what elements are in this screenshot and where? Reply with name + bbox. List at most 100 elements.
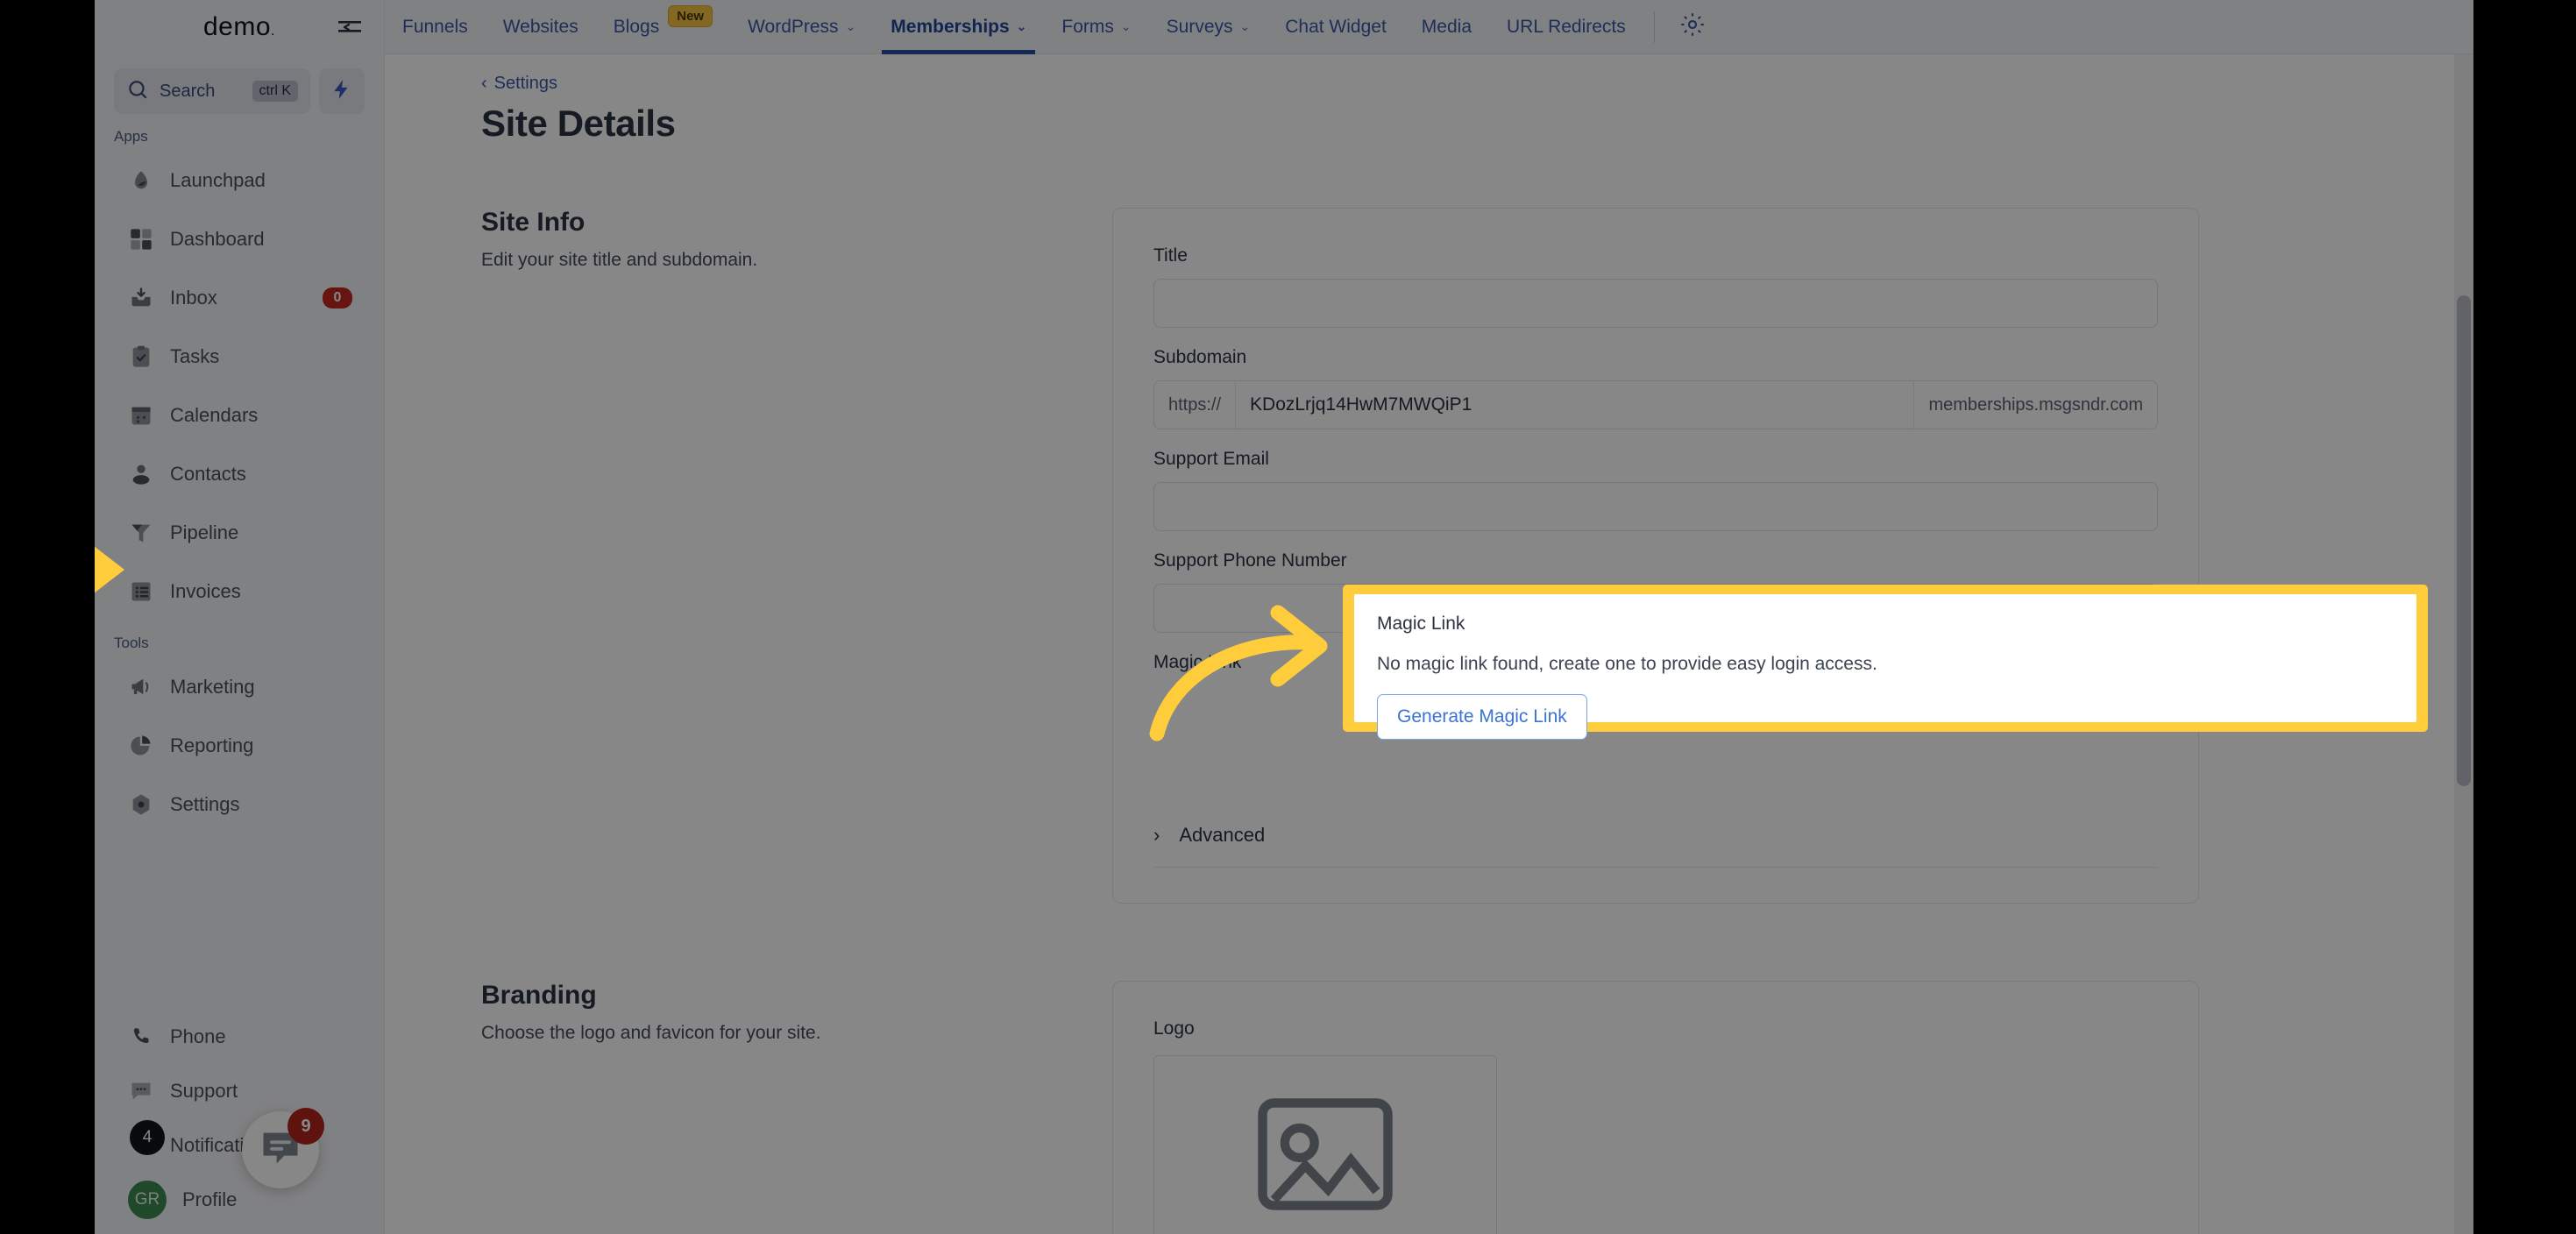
sidebar-group-label-apps: Apps [114,128,148,145]
sidebar-item-label: Profile [182,1188,238,1210]
breadcrumb[interactable]: ‹ Settings [385,54,557,94]
generate-magic-link-button[interactable]: Generate Magic Link [1377,694,1587,740]
notifications-count-badge: 4 [130,1120,165,1155]
tab-wordpress[interactable]: WordPress ⌄ [730,0,873,54]
tab-surveys[interactable]: Surveys ⌄ [1149,0,1268,54]
subdomain-field-group: Subdomain https:// memberships.msgsndr.c… [1153,347,2158,429]
gear-icon [1679,11,1706,42]
tab-label: Websites [502,16,578,37]
subdomain-input-group: https:// memberships.msgsndr.com [1153,380,2158,429]
logo-upload-dropzone[interactable] [1153,1055,1497,1234]
site-info-section: Site Info Edit your site title and subdo… [385,208,2454,904]
sidebar-item-inbox[interactable]: Inbox 0 [95,268,384,327]
sidebar-search-row: Search ctrl K [95,68,384,114]
advanced-accordion[interactable]: › Advanced [1153,803,2158,868]
branding-card: Logo [1112,981,2199,1234]
sidebar-item-pipeline[interactable]: Pipeline [95,503,384,562]
subdomain-protocol-prefix: https:// [1154,381,1237,429]
tab-label: Memberships [891,16,1010,37]
sidebar-bottom-section: Phone Support 4 Notifications GR Profile [95,1010,384,1234]
tab-label: Surveys [1166,16,1233,37]
sidebar-item-label: Settings [170,792,240,815]
image-placeholder-icon [1255,1097,1395,1216]
piechart-icon [128,733,154,759]
sidebar-item-label: Tasks [170,344,220,367]
tab-label: Blogs [613,16,660,37]
chevron-down-icon: ⌄ [1239,19,1251,33]
sidebar-item-label: Reporting [170,734,254,756]
tab-blogs[interactable]: Blogs New [596,0,730,54]
tab-websites[interactable]: Websites [486,0,596,54]
tab-memberships[interactable]: Memberships ⌄ [873,0,1044,54]
tasks-icon [128,344,154,370]
pipeline-icon [128,520,154,546]
tab-funnels[interactable]: Funnels [385,0,486,54]
megaphone-icon [128,674,154,700]
phone-icon [128,1024,154,1050]
menu-icon[interactable] [330,12,369,42]
chevron-down-icon: ⌄ [845,19,856,33]
search-icon [126,78,149,105]
sidebar-item-marketing[interactable]: Marketing [95,657,384,716]
sidebar-item-support[interactable]: Support [95,1064,384,1118]
sidebar-item-contacts[interactable]: Contacts [95,444,384,503]
sidebar-item-label: Invoices [170,579,241,602]
search-shortcut: ctrl K [252,81,298,102]
support-bubble-icon [128,1078,154,1104]
branding-section: Branding Choose the logo and favicon for… [385,981,2454,1234]
sidebar-item-notifications[interactable]: 4 Notifications [95,1118,384,1173]
scrollbar-thumb[interactable] [2457,295,2471,786]
title-input[interactable] [1153,279,2158,328]
support-email-input[interactable] [1153,482,2158,531]
tab-label: URL Redirects [1507,16,1626,37]
sidebar-item-label: Support [170,1080,238,1102]
breadcrumb-label: Settings [493,74,557,93]
branding-description: Branding Choose the logo and favicon for… [481,981,1112,1234]
calendar-icon [128,402,154,429]
sidebar-item-settings[interactable]: Settings [95,775,384,833]
sidebar-item-profile[interactable]: GR Profile [95,1173,384,1227]
sidebar-item-label: Pipeline [170,521,239,543]
left-sidebar: demo. Search ctrl K Apps Launchpad Dashb… [95,0,385,1234]
tab-forms[interactable]: Forms ⌄ [1044,0,1148,54]
sidebar-item-reporting[interactable]: Reporting [95,716,384,775]
search-input[interactable]: Search ctrl K [114,68,310,114]
sidebar-item-label: Launchpad [170,168,266,191]
tab-url-redirects[interactable]: URL Redirects [1489,0,1643,54]
sidebar-item-calendars[interactable]: Calendars [95,386,384,444]
site-info-card: Title Subdomain https:// memberships.msg… [1112,208,2199,904]
inbox-badge: 0 [323,287,352,308]
dashboard-icon [128,226,154,252]
chat-widget-button[interactable]: 9 [242,1108,324,1188]
settings-gear-button[interactable] [1665,11,1720,42]
tab-label: Funnels [402,16,468,37]
new-badge: New [668,4,713,27]
chat-unread-badge: 9 [287,1108,324,1145]
magic-link-label: Magic Link [1377,613,1465,634]
support-email-field-label: Support Email [1153,449,1269,469]
top-navigation-bar: Funnels Websites Blogs New WordPress ⌄ M… [338,0,2473,54]
logo-label: Logo [1153,1018,1195,1039]
sidebar-item-invoices[interactable]: Invoices [95,562,384,621]
tab-media[interactable]: Media [1404,0,1489,54]
sidebar-item-phone[interactable]: Phone [95,1010,384,1064]
sidebar-item-label: Inbox [170,286,217,308]
page-scrollbar[interactable] [2454,54,2473,1234]
chevron-down-icon: ⌄ [1016,19,1027,33]
sidebar-item-dashboard[interactable]: Dashboard [95,209,384,268]
subdomain-input[interactable] [1236,381,1914,429]
tab-chat-widget[interactable]: Chat Widget [1267,0,1404,54]
sidebar-item-label: Dashboard [170,227,265,250]
quick-actions-button[interactable] [319,68,365,114]
invoices-icon [128,578,154,605]
letterbox-right [2473,0,2576,1234]
magic-link-highlight: Magic Link No magic link found, create o… [1343,585,2428,740]
brand-dot: . [271,24,275,39]
tab-label: Media [1421,16,1472,37]
advanced-label: Advanced [1179,823,1266,846]
subdomain-domain-suffix: memberships.msgsndr.com [1913,381,2157,429]
sidebar-item-tasks[interactable]: Tasks [95,327,384,386]
sidebar-item-launchpad[interactable]: Launchpad [95,151,384,209]
gear-icon [128,791,154,818]
sidebar-item-label: Marketing [170,675,255,698]
